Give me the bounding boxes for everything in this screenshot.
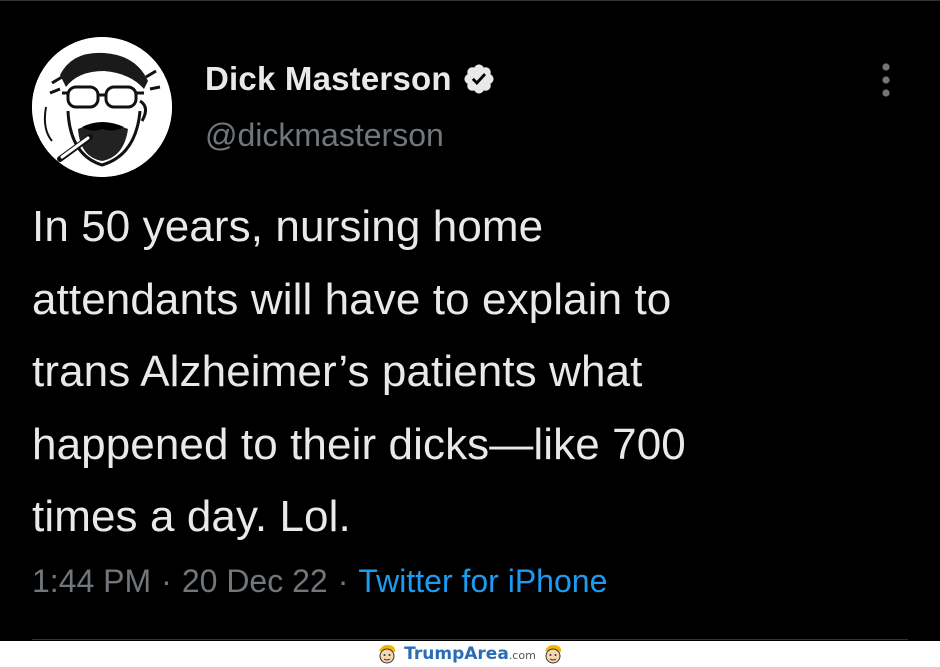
watermark-brand: TrumpArea	[404, 644, 509, 664]
tweet-text: In 50 years, nursing home attendants wil…	[32, 191, 922, 554]
tweet-time[interactable]: 1:44 PM	[32, 563, 151, 600]
meta-separator: ·	[337, 563, 349, 599]
display-name[interactable]: Dick Masterson	[205, 60, 452, 98]
cartoon-face-icon	[542, 643, 564, 665]
verified-badge-icon	[462, 62, 496, 96]
author-name-row: Dick Masterson	[205, 57, 496, 101]
watermark-bar: TrumpArea.com	[0, 641, 940, 667]
tweet-card: Dick Masterson @dickmasterson In 50 year…	[0, 0, 940, 640]
more-options-button[interactable]	[872, 59, 900, 101]
watermark-tld: .com	[508, 649, 536, 662]
watermark-logo: TrumpArea.com	[404, 644, 536, 664]
meta-separator: ·	[161, 563, 172, 599]
cartoon-face-icon	[376, 643, 398, 665]
more-options-vertical-dots-icon	[882, 63, 890, 97]
tweet-date[interactable]: 20 Dec 22	[182, 563, 328, 600]
tweet-text-line: times a day. Lol.	[32, 492, 351, 541]
tweet-text-line: In 50 years, nursing home	[32, 202, 544, 251]
avatar[interactable]	[32, 37, 172, 177]
divider	[32, 639, 908, 640]
tweet-text-line: trans Alzheimer’s patients what	[32, 347, 643, 396]
tweet-metadata: 1:44 PM · 20 Dec 22 · Twitter for iPhone	[32, 563, 607, 600]
tweet-source-link[interactable]: Twitter for iPhone	[358, 563, 607, 600]
handle[interactable]: @dickmasterson	[205, 117, 444, 154]
tweet-text-line: attendants will have to explain to	[32, 274, 672, 324]
avatar-sketch-icon	[32, 37, 172, 177]
tweet-text-line: happened to their dicks—like 700	[32, 419, 686, 469]
